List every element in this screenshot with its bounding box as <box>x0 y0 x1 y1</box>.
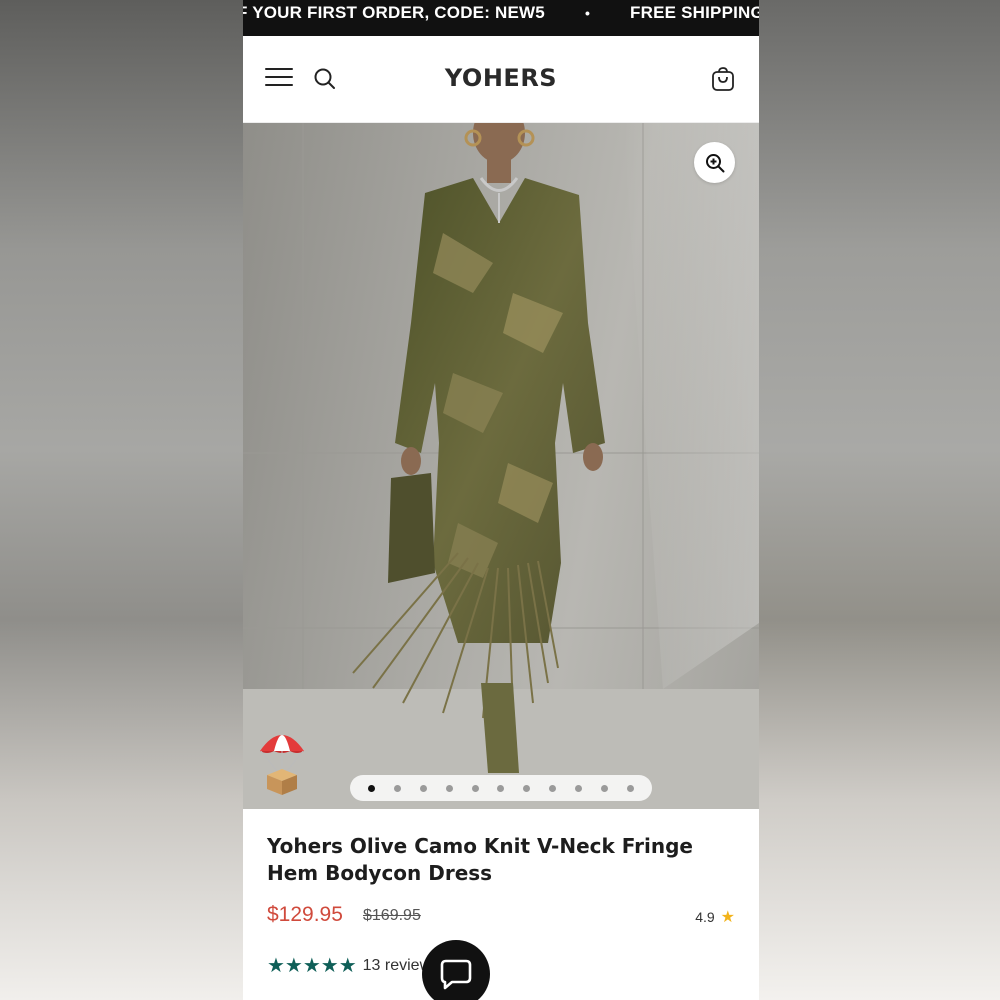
product-image-gallery[interactable] <box>243 123 759 809</box>
gallery-pagination <box>350 775 652 801</box>
rating-summary[interactable]: 4.9 ★ <box>695 907 735 927</box>
rating-value: 4.9 <box>695 909 715 925</box>
background-right <box>759 0 1000 1000</box>
background-left <box>0 0 243 1000</box>
gallery-dot[interactable] <box>368 784 375 792</box>
product-photo <box>243 123 759 809</box>
star-icon: ★ <box>720 909 735 926</box>
zoom-in-icon[interactable] <box>694 142 735 183</box>
compare-at-price: $169.95 <box>363 907 421 924</box>
announcement-separator: • <box>584 5 591 21</box>
announcement-text-2: FREE SHIPPING O <box>630 3 759 22</box>
mobile-page: F YOUR FIRST ORDER, CODE: NEW5 • FREE SH… <box>243 0 759 1000</box>
shopping-bag-icon[interactable] <box>711 66 735 92</box>
parachute-box-icon[interactable] <box>257 727 307 797</box>
announcement-text-1: F YOUR FIRST ORDER, CODE: NEW5 <box>243 3 545 22</box>
gallery-dot[interactable] <box>445 784 453 792</box>
chat-bubble-icon[interactable] <box>422 940 490 1000</box>
review-stars: ★★★★★ <box>267 955 357 977</box>
gallery-dot[interactable] <box>471 784 479 792</box>
gallery-dot[interactable] <box>523 784 531 792</box>
announcement-bar: F YOUR FIRST ORDER, CODE: NEW5 • FREE SH… <box>243 0 759 36</box>
gallery-dot[interactable] <box>601 784 609 792</box>
product-info: Yohers Olive Camo Knit V-Neck Fringe Hem… <box>243 809 759 976</box>
gallery-dot[interactable] <box>393 784 401 792</box>
price-row: $129.95 $169.95 4.9 ★ <box>267 903 735 931</box>
site-logo[interactable]: YOHERS <box>243 64 759 92</box>
gallery-dot[interactable] <box>497 784 505 792</box>
product-title: Yohers Olive Camo Knit V-Neck Fringe Hem… <box>267 834 693 885</box>
announcement-track: F YOUR FIRST ORDER, CODE: NEW5 • FREE SH… <box>243 0 759 26</box>
gallery-dot[interactable] <box>549 784 557 792</box>
gallery-dot[interactable] <box>575 784 583 792</box>
gallery-dot[interactable] <box>626 784 634 792</box>
gallery-dot[interactable] <box>419 784 427 792</box>
sale-price: $129.95 <box>267 903 343 926</box>
site-header: YOHERS <box>243 36 759 123</box>
